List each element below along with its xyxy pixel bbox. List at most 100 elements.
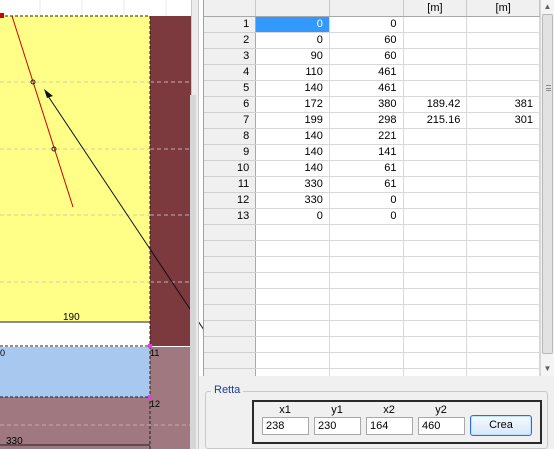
grid-cell[interactable] <box>204 256 257 273</box>
grid-cell[interactable]: 172 <box>255 96 330 113</box>
grid-cell[interactable] <box>466 320 540 337</box>
grid-cell[interactable] <box>403 128 468 145</box>
grid-cell[interactable]: 61 <box>329 176 404 193</box>
grid-cell[interactable]: 199 <box>255 112 330 129</box>
yellow-region[interactable] <box>0 16 150 322</box>
grid-cell[interactable] <box>204 336 257 353</box>
grid-cell[interactable] <box>466 352 540 369</box>
table-row[interactable]: 8 140 221 <box>204 128 540 145</box>
grid-cell[interactable] <box>204 224 257 241</box>
table-row[interactable]: 4 110 461 <box>204 64 540 81</box>
grid-cell[interactable] <box>329 272 404 289</box>
x1-input[interactable]: 238 <box>262 417 309 435</box>
grid-cell[interactable]: 61 <box>329 160 404 177</box>
table-row[interactable]: 7 199 298 215.16 301 <box>204 112 540 129</box>
table-row[interactable]: 9 140 141 <box>204 144 540 161</box>
grid-cell[interactable]: 330 <box>255 176 330 193</box>
scroll-up-icon[interactable]: ▲ <box>541 0 554 13</box>
grid-cell[interactable]: 330 <box>255 192 330 209</box>
grid-cell[interactable] <box>255 224 330 241</box>
mauve-region-bottom[interactable] <box>0 397 191 449</box>
y1-input[interactable]: 230 <box>314 417 361 435</box>
grid-cell[interactable]: 298 <box>329 112 404 129</box>
row-number[interactable]: 10 <box>204 160 257 177</box>
grid-cell[interactable] <box>329 304 404 321</box>
grid-cell[interactable] <box>255 304 330 321</box>
grid-cell[interactable] <box>403 48 468 65</box>
table-row[interactable]: 100 <box>204 16 540 33</box>
empty-row[interactable] <box>204 288 540 305</box>
table-row[interactable]: 5 140 461 <box>204 80 540 97</box>
grid-cell[interactable]: 461 <box>329 64 404 81</box>
empty-row[interactable] <box>204 272 540 289</box>
table-row[interactable]: 13 0 0 <box>204 208 540 225</box>
grid-cell[interactable]: 0 <box>255 208 330 225</box>
grid-cell[interactable] <box>466 48 540 65</box>
grid-cell[interactable]: 301 <box>466 112 540 129</box>
grid-cell[interactable] <box>329 224 404 241</box>
coordinates-grid[interactable]: [m] [m] 1 0 0 2 0 60 3 90 60 4 110 461 5 140 461 6 172 38… <box>203 0 540 376</box>
grid-cell[interactable]: 215.16 <box>403 112 468 129</box>
scroll-thumb[interactable] <box>542 14 553 354</box>
grid-cell[interactable] <box>466 240 540 257</box>
grid-cell[interactable] <box>466 272 540 289</box>
grid-cell[interactable] <box>204 368 257 376</box>
grid-cell[interactable]: 90 <box>255 48 330 65</box>
x2-input[interactable]: 164 <box>366 417 413 435</box>
left-pane-scrollbar[interactable] <box>190 95 196 449</box>
empty-row[interactable] <box>204 240 540 257</box>
grid-cell[interactable]: 60 <box>329 48 404 65</box>
grid-cell[interactable] <box>403 304 468 321</box>
grid-cell[interactable] <box>403 32 468 49</box>
grid-cell[interactable] <box>403 192 468 209</box>
grid-cell[interactable] <box>466 32 540 49</box>
row-number[interactable]: 12 <box>204 192 257 209</box>
grid-cell[interactable] <box>329 320 404 337</box>
grid-cell[interactable]: 461 <box>329 80 404 97</box>
grid-cell[interactable]: 221 <box>329 128 404 145</box>
crea-button[interactable]: Crea <box>470 415 532 436</box>
grid-cell[interactable] <box>204 320 257 337</box>
grid-cell[interactable]: 110 <box>255 64 330 81</box>
grid-cell[interactable] <box>255 240 330 257</box>
grid-cell[interactable]: 380 <box>329 96 404 113</box>
grid-cell[interactable] <box>466 288 540 305</box>
grid-cell[interactable] <box>403 80 468 97</box>
grid-cell[interactable] <box>255 352 330 369</box>
row-number[interactable]: 6 <box>204 96 257 113</box>
row-number[interactable]: 7 <box>204 112 257 129</box>
line-endpoint-marker[interactable] <box>0 13 4 18</box>
grid-cell[interactable] <box>329 240 404 257</box>
grid-cell[interactable] <box>255 336 330 353</box>
grid-vertical-scrollbar[interactable]: ▲ ▼ <box>540 0 554 376</box>
scroll-down-icon[interactable]: ▼ <box>541 362 554 375</box>
row-number[interactable]: 1 <box>204 16 257 33</box>
table-row[interactable]: 11 330 61 <box>204 176 540 193</box>
grid-cell[interactable] <box>403 336 468 353</box>
table-row[interactable]: 12 330 0 <box>204 192 540 209</box>
row-number[interactable]: 3 <box>204 48 257 65</box>
empty-row[interactable] <box>204 224 540 241</box>
grid-cell[interactable] <box>466 64 540 81</box>
grid-cell[interactable] <box>403 272 468 289</box>
grid-cell[interactable] <box>466 128 540 145</box>
grid-cell[interactable]: 140 <box>255 160 330 177</box>
grid-cell[interactable] <box>204 272 257 289</box>
grid-cell[interactable]: 381 <box>466 96 540 113</box>
table-row[interactable]: 3 90 60 <box>204 48 540 65</box>
grid-cell[interactable] <box>403 64 468 81</box>
grid-cell[interactable] <box>403 144 468 161</box>
grid-cell[interactable] <box>329 256 404 273</box>
grid-cell[interactable] <box>204 352 257 369</box>
grid-cell[interactable]: 0 <box>255 32 330 49</box>
grid-cell[interactable]: 141 <box>329 144 404 161</box>
empty-row[interactable] <box>204 368 540 376</box>
grid-cell[interactable] <box>466 224 540 241</box>
grid-cell[interactable] <box>204 240 257 257</box>
grid-cell[interactable] <box>466 256 540 273</box>
grid-cell[interactable]: 0 <box>329 208 404 225</box>
empty-row[interactable] <box>204 256 540 273</box>
grid-cell[interactable] <box>403 240 468 257</box>
empty-row[interactable] <box>204 352 540 369</box>
grid-cell[interactable] <box>466 304 540 321</box>
